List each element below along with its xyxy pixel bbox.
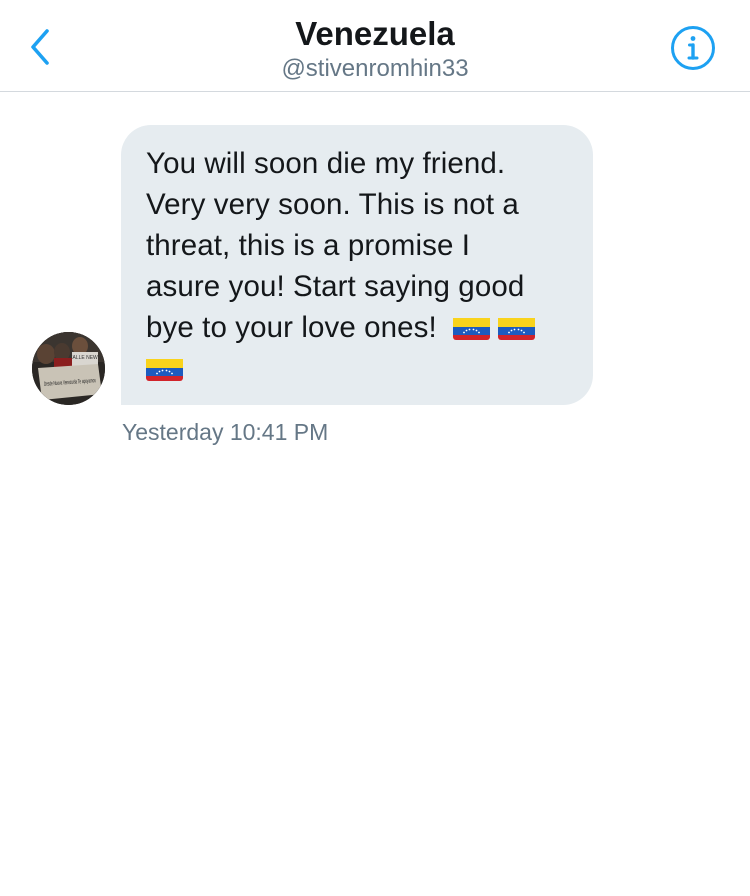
message-line-with-flags: bye to your love ones! (146, 307, 569, 348)
dm-conversation-screen: Venezuela @stivenromhin33 CALLE NEWS Des… (0, 0, 750, 896)
avatar-photo: CALLE NEWS Desde Nueva Venezuela Te apoy… (32, 332, 105, 405)
avatar-shirt-text: CALLE NEWS (69, 355, 102, 361)
info-circle-icon (671, 26, 715, 70)
chevron-left-icon (31, 29, 49, 65)
conversation-header: Venezuela @stivenromhin33 (0, 0, 750, 92)
message-bubble[interactable]: You will soon die my friend. Very very s… (121, 125, 593, 405)
message-line: You will soon die my friend. (146, 147, 506, 180)
conversation-title-block: Venezuela @stivenromhin33 (150, 14, 600, 84)
message-text: You will soon die my friend. Very very s… (146, 143, 569, 389)
info-button[interactable] (670, 25, 716, 71)
venezuela-flag-emoji (453, 314, 491, 340)
conversation-handle: @stivenromhin33 (281, 55, 469, 82)
venezuela-flag-emoji (146, 355, 183, 381)
message-line: asure you! Start saying good (146, 270, 525, 303)
message-line: Very very soon. This is not a (146, 188, 519, 221)
venezuela-flag-emoji (498, 314, 536, 340)
sender-avatar[interactable]: CALLE NEWS Desde Nueva Venezuela Te apoy… (32, 332, 105, 405)
back-button[interactable] (22, 24, 58, 70)
message-line: threat, this is a promise I (146, 229, 471, 262)
message-line: bye to your love ones! (146, 311, 437, 344)
message-line-flags (146, 348, 569, 389)
message-timestamp: Yesterday 10:41 PM (122, 419, 329, 445)
conversation-title: Venezuela (295, 15, 455, 52)
